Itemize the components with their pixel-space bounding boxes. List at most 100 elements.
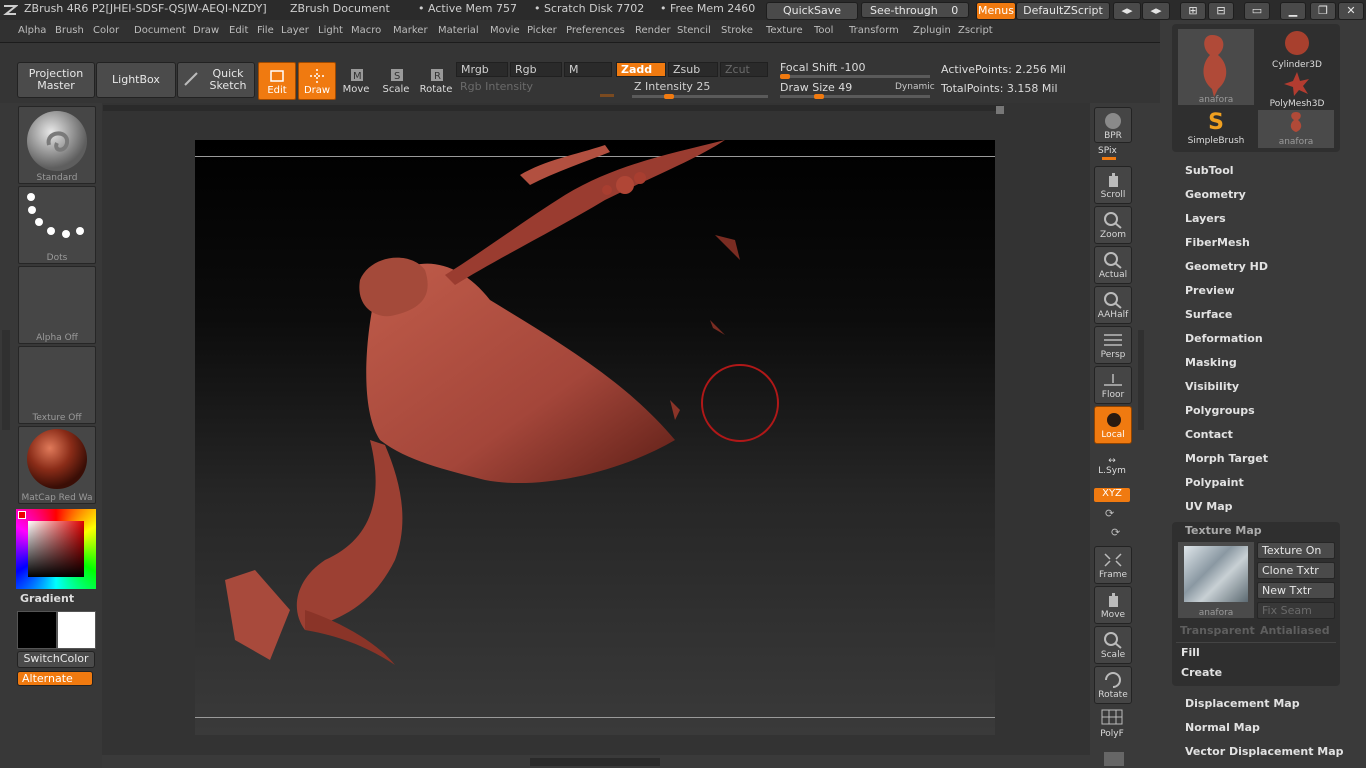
menu-edit[interactable]: Edit [229,25,248,36]
draw-button[interactable]: Draw [298,62,336,100]
menu-marker[interactable]: Marker [393,25,428,36]
actual-button[interactable]: Actual [1094,246,1132,284]
switch-color-button[interactable]: SwitchColor [17,651,95,668]
geometry-menu[interactable]: Geometry [1185,188,1246,201]
right-tray-divider[interactable] [1138,330,1144,430]
persp-button[interactable]: Persp [1094,326,1132,364]
menu-document[interactable]: Document [134,25,186,36]
rgb-button[interactable]: Rgb [510,62,562,77]
edit-button[interactable]: Edit [258,62,296,100]
menu-transform[interactable]: Transform [849,25,899,36]
draw-size-label[interactable]: Draw Size 49 [780,81,852,94]
menus-button[interactable]: Menus [976,2,1016,20]
zoom-button[interactable]: Zoom [1094,206,1132,244]
rotate-z-icon[interactable]: ⟳ [1111,526,1120,539]
menu-file[interactable]: File [257,25,274,36]
quicksave-button[interactable]: QuickSave [766,2,858,20]
focal-shift-knob[interactable] [780,74,790,79]
scroll-left-icon[interactable]: ◂▸ [1113,2,1141,20]
default-zscript-button[interactable]: DefaultZScript [1016,2,1110,20]
minimize-icon[interactable]: ▁ [1280,2,1306,20]
brush-picker[interactable]: Standard [18,106,96,184]
rgb-intensity-slider[interactable]: Rgb Intensity [456,80,616,95]
saturation-square[interactable] [28,521,84,577]
menu-stencil[interactable]: Stencil [677,25,711,36]
polypaint-menu[interactable]: Polypaint [1185,476,1244,489]
polygroups-menu[interactable]: Polygroups [1185,404,1255,417]
bpr-button[interactable]: BPR [1094,107,1132,143]
m-button[interactable]: M [564,62,612,77]
normal-map-menu[interactable]: Normal Map [1185,721,1260,734]
morph-target-menu[interactable]: Morph Target [1185,452,1268,465]
fibermesh-menu[interactable]: FiberMesh [1185,236,1250,249]
focal-shift-label[interactable]: Focal Shift -100 [780,61,865,74]
tool-thumb-simplebrush[interactable]: S SimpleBrush [1178,110,1254,150]
subtool-menu[interactable]: SubTool [1185,164,1234,177]
scroll-button[interactable]: Scroll [1094,166,1132,204]
menu-zplugin[interactable]: Zplugin [913,25,951,36]
texture-on-button[interactable]: Texture On [1257,542,1335,559]
displacement-map-menu[interactable]: Displacement Map [1185,697,1300,710]
draw-size-knob[interactable] [813,94,824,99]
menu-texture[interactable]: Texture [766,25,803,36]
zsub-button[interactable]: Zsub [668,62,718,77]
lsym-button[interactable]: ↔ L.Sym [1096,456,1128,476]
aahalf-button[interactable]: AAHalf [1094,286,1132,324]
z-intensity-knob[interactable] [663,94,674,99]
z-intensity-slider[interactable]: Z Intensity 25 [630,80,770,95]
menu-picker[interactable]: Picker [527,25,557,36]
secondary-color-swatch[interactable] [57,611,96,649]
menu-preferences[interactable]: Preferences [566,25,625,36]
scroll-right-icon[interactable]: ◂▸ [1142,2,1170,20]
primary-color-swatch[interactable] [17,611,57,649]
vector-displacement-map-menu[interactable]: Vector Displacement Map [1185,745,1344,758]
menu-light[interactable]: Light [318,25,343,36]
menu-layer[interactable]: Layer [281,25,309,36]
see-through-slider[interactable]: See-through 0 [861,2,969,18]
tool-thumb-anafora-main[interactable]: anafora [1178,29,1254,105]
material-picker[interactable]: MatCap Red Wa [18,426,96,504]
scale-button[interactable]: S Scale [378,62,414,98]
clone-txtr-button[interactable]: Clone Txtr [1257,562,1335,579]
frame-button[interactable]: Frame [1094,546,1132,584]
tool-thumb-polymesh3d[interactable]: PolyMesh3D [1262,70,1332,110]
layout-alt-icon[interactable]: ⊟ [1208,2,1234,20]
menu-zscript[interactable]: Zscript [958,25,993,36]
texture-thumb[interactable]: anafora [1178,542,1254,618]
mrgb-button[interactable]: Mrgb [456,62,508,77]
menu-brush[interactable]: Brush [55,25,84,36]
bottom-tray-toggle[interactable] [530,758,660,766]
menu-draw[interactable]: Draw [193,25,219,36]
canvas[interactable] [195,140,995,735]
dynamic-button[interactable]: Dynamic [895,82,935,92]
menu-material[interactable]: Material [438,25,479,36]
rotate-y-icon[interactable]: ⟳ [1105,507,1114,520]
color-marker[interactable] [18,511,26,519]
resize-handle-icon[interactable] [996,106,1004,114]
tool-thumb-cylinder3d[interactable]: Cylinder3D [1262,29,1332,70]
tool-thumb-anafora-small[interactable]: anafora [1258,110,1334,148]
masking-menu[interactable]: Masking [1185,356,1237,369]
preview-menu[interactable]: Preview [1185,284,1235,297]
texture-picker[interactable]: Texture Off [18,346,96,424]
new-txtr-button[interactable]: New Txtr [1257,582,1335,599]
menu-stroke[interactable]: Stroke [721,25,753,36]
shelf-scale-button[interactable]: Scale [1094,626,1132,664]
menu-render[interactable]: Render [635,25,671,36]
restore-icon[interactable]: ❐ [1310,2,1336,20]
geometry-hd-menu[interactable]: Geometry HD [1185,260,1268,273]
menu-macro[interactable]: Macro [351,25,381,36]
deformation-menu[interactable]: Deformation [1185,332,1263,345]
quick-sketch-button[interactable]: Quick Sketch [177,62,255,98]
layout-icon[interactable]: ⊞ [1180,2,1206,20]
lightbox-button[interactable]: LightBox [96,62,176,98]
antialiased-toggle[interactable]: Antialiased [1260,624,1330,637]
shelf-move-button[interactable]: Move [1094,586,1132,624]
color-picker[interactable] [16,509,96,589]
projection-master-button[interactable]: Projection Master [17,62,95,98]
move-button[interactable]: M Move [338,62,374,98]
surface-menu[interactable]: Surface [1185,308,1232,321]
fill-subpalette[interactable]: Fill [1181,646,1200,659]
texture-map-title[interactable]: Texture Map [1185,524,1262,537]
sculpt-model[interactable] [195,140,995,735]
